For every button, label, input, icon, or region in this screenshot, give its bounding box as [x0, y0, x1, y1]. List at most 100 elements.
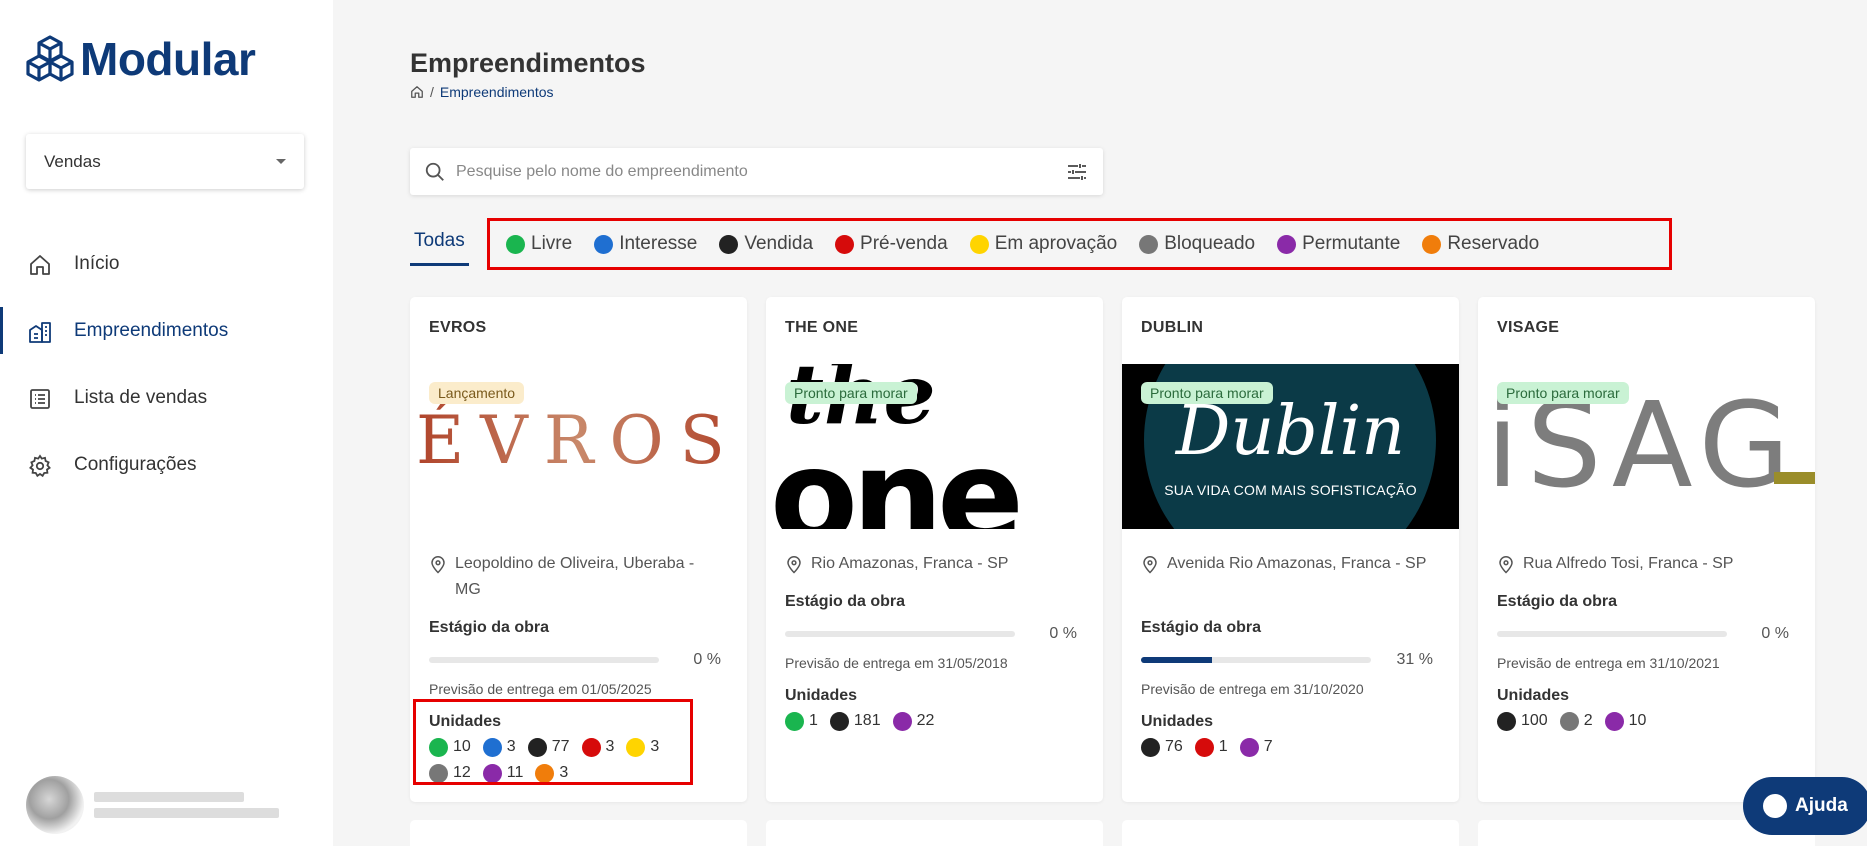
status-dot-icon: [1239, 737, 1259, 757]
card-title: EVROS: [429, 319, 487, 336]
units-label: Unidades: [1497, 687, 1570, 704]
unit-count: 1: [785, 711, 818, 731]
card-title: THE ONE: [785, 319, 859, 336]
status-dot-icon: [1141, 737, 1160, 757]
card-dublin[interactable]: DUBLIN Pronto para morar Dublin SUA VIDA…: [1122, 297, 1459, 802]
status-dot-icon: [1139, 234, 1159, 254]
status-dot-icon: [835, 234, 855, 254]
progress-row: 0 %: [1497, 625, 1797, 643]
tab-permutante[interactable]: Permutante: [1277, 233, 1400, 255]
location-pin-icon: [1143, 556, 1157, 574]
sidebar-item-lista-de-vendas[interactable]: Lista de vendas: [0, 364, 333, 431]
card-the-one[interactable]: THE ONE Pronto para morar the one Rio Am…: [766, 297, 1103, 802]
status-dot-icon: [1194, 737, 1214, 757]
tab-vendida[interactable]: Vendida: [719, 233, 813, 255]
evros-logo-text: ÉVROS: [416, 402, 741, 479]
card-partial[interactable]: [1122, 820, 1459, 846]
unit-count-value: 7: [1263, 738, 1273, 755]
card-visage[interactable]: VISAGE Pronto para morar iSAG Rua Alfred…: [1478, 297, 1815, 802]
avatar: [26, 776, 84, 834]
status-dot-icon: [1277, 234, 1297, 254]
progress-row: 31 %: [1141, 651, 1441, 669]
stage-label: Estágio da obra: [785, 593, 906, 610]
tab-bloqueado[interactable]: Bloqueado: [1139, 233, 1255, 255]
list-icon: [30, 389, 50, 409]
unit-count-value: 1: [809, 712, 818, 729]
status-badge: Pronto para morar: [1141, 382, 1273, 404]
gear-icon: [29, 454, 51, 478]
units-label: Unidades: [785, 687, 858, 704]
card-info: Estágio da obra 31 % Previsão de entrega…: [1141, 619, 1441, 757]
tab-em-aprovacao[interactable]: Em aprovação: [969, 233, 1117, 255]
status-badge: Pronto para morar: [785, 382, 917, 404]
sidebar-item-empreendimentos[interactable]: Empreendimentos: [0, 297, 333, 364]
page-title: Empreendimentos: [410, 48, 646, 78]
stage-label: Estágio da obra: [429, 619, 550, 636]
status-dot-icon: [1604, 711, 1624, 731]
status-tabs: Todas Livre Interesse Vendida Pré-venda Em a…: [410, 218, 1672, 270]
card-info: Estágio da obra 0 % Previsão de entrega …: [785, 593, 1085, 731]
status-dot-icon: [1559, 711, 1579, 731]
units-list: 76 1 7: [1141, 737, 1441, 757]
unit-count: 10: [1604, 711, 1646, 731]
user-profile[interactable]: [26, 776, 279, 834]
help-button-label: Ajuda: [1795, 795, 1848, 816]
unit-count-value: 100: [1521, 712, 1548, 729]
status-dot-icon: [594, 234, 614, 254]
tab-reservado[interactable]: Reservado: [1422, 233, 1539, 255]
tab-interesse[interactable]: Interesse: [594, 233, 697, 255]
unit-count-value: 76: [1165, 738, 1183, 755]
status-legend-highlight: Livre Interesse Vendida Pré-venda Em aprovaç…: [487, 218, 1672, 270]
filter-sliders-icon[interactable]: [1065, 160, 1089, 184]
tab-label: Interesse: [619, 233, 698, 254]
card-title: VISAGE: [1497, 319, 1560, 336]
module-select[interactable]: Vendas: [26, 134, 304, 189]
home-icon[interactable]: [410, 85, 424, 99]
location-pin-icon: [431, 556, 445, 574]
search-input[interactable]: [456, 162, 1065, 181]
stage-label: Estágio da obra: [1497, 593, 1618, 610]
unit-count: 76: [1141, 737, 1183, 757]
unit-count: 7: [1239, 737, 1273, 757]
user-info-blurred: [94, 792, 279, 818]
search-icon: [425, 162, 444, 181]
sidebar-item-inicio[interactable]: Início: [0, 230, 333, 297]
module-select-value: Vendas: [44, 151, 101, 171]
delivery-date: Previsão de entrega em 31/10/2020: [1141, 681, 1364, 697]
status-dot-icon: [829, 711, 849, 731]
card-info: Estágio da obra 0 % Previsão de entrega …: [1497, 593, 1797, 731]
unit-count-value: 2: [1583, 712, 1593, 729]
card-title: DUBLIN: [1141, 319, 1204, 336]
tab-label: Pré-venda: [860, 233, 948, 254]
card-location-text: Rio Amazonas, Franca - SP: [811, 555, 1009, 572]
app-logo[interactable]: Modular: [26, 32, 256, 86]
tab-todas[interactable]: Todas: [410, 218, 469, 266]
card-location-text: Leopoldino de Oliveira, Uberaba - MG: [455, 555, 695, 598]
status-dot-icon: [506, 234, 525, 254]
help-button[interactable]: Ajuda: [1743, 777, 1867, 835]
breadcrumb-current[interactable]: Empreendimentos: [440, 84, 554, 100]
unit-count: 100: [1497, 711, 1548, 731]
card-evros[interactable]: EVROS Lançamento ÉVROS Leopoldino de Oli…: [410, 297, 747, 802]
tab-livre[interactable]: Livre: [506, 233, 572, 255]
breadcrumb: / Empreendimentos: [410, 84, 554, 100]
tab-pre-venda[interactable]: Pré-venda: [835, 233, 948, 255]
progress-fill: [1141, 657, 1213, 663]
units-list: 100 2 10: [1497, 711, 1797, 731]
buildings-icon: [29, 322, 51, 343]
sidebar-item-label: Configurações: [74, 453, 197, 475]
status-dot-icon: [892, 711, 912, 731]
sidebar-item-configuracoes[interactable]: Configurações: [0, 431, 333, 498]
progress-row: 0 %: [429, 651, 729, 669]
card-partial[interactable]: [766, 820, 1103, 846]
user-name-blurred: [94, 792, 244, 802]
search-bar: [410, 148, 1103, 195]
status-dot-icon: [719, 234, 739, 254]
unit-count: 22: [892, 711, 935, 731]
chat-bubble-icon: [1763, 794, 1787, 818]
card-partial[interactable]: [410, 820, 747, 846]
unit-count-value: 22: [916, 712, 935, 729]
user-email-blurred: [94, 808, 279, 818]
unit-count: 181: [829, 711, 881, 731]
tab-label: Livre: [531, 233, 573, 254]
